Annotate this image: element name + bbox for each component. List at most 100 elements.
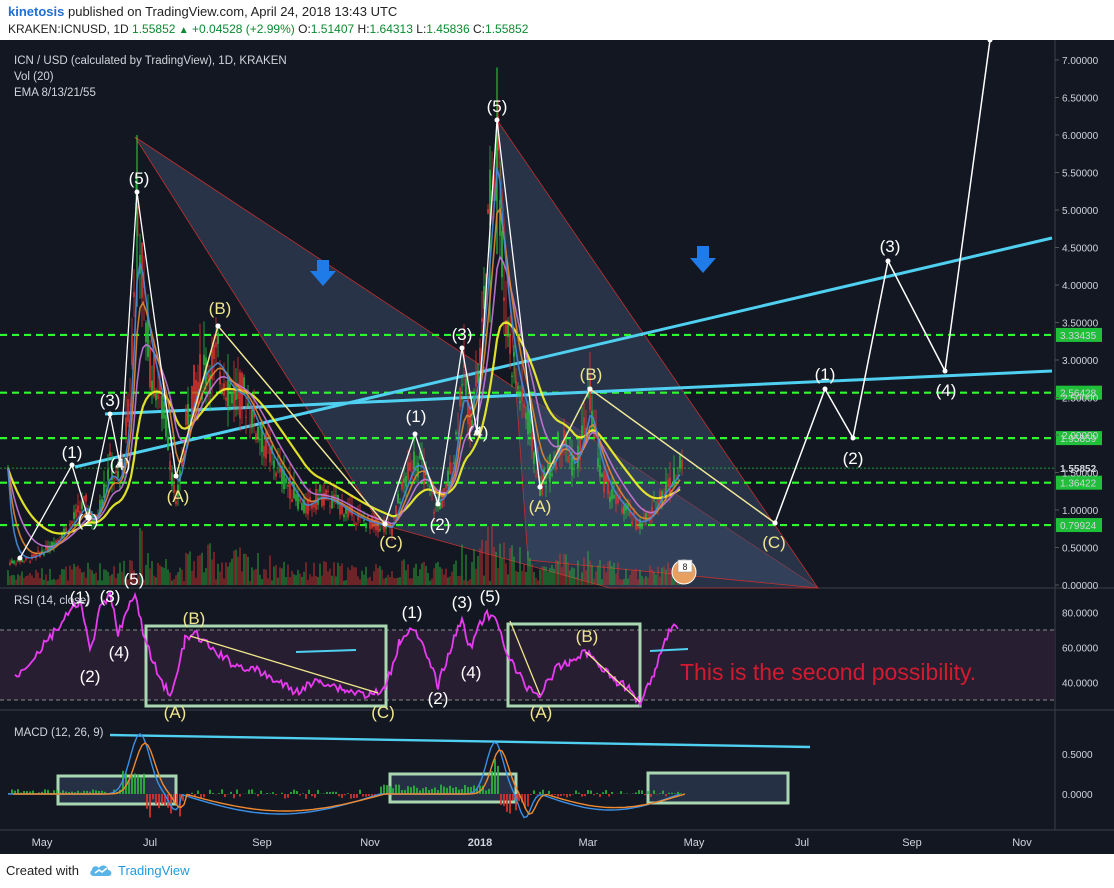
- macd-bar: [509, 794, 511, 814]
- volume-bar: [339, 565, 341, 585]
- volume-bar: [529, 557, 531, 585]
- candle-body: [259, 438, 261, 441]
- volume-bar: [257, 552, 259, 585]
- candle-body: [365, 522, 367, 529]
- wave-point: [412, 431, 418, 437]
- volume-bar: [453, 564, 455, 585]
- macd-bar: [647, 791, 649, 794]
- candle-body: [531, 429, 533, 451]
- candle-body: [445, 484, 447, 489]
- volume-bar: [305, 562, 307, 585]
- candle-body: [161, 395, 163, 420]
- volume-bar: [309, 574, 311, 585]
- elliott-wave-label: (1): [406, 407, 427, 426]
- price-axis[interactable]: 7.00000 6.50000 6.00000 5.50000 5.00000 4.500…: [1055, 56, 1099, 801]
- volume-bar: [7, 570, 9, 585]
- volume-bar: [151, 560, 153, 585]
- volume-bar: [431, 578, 433, 585]
- macd-bar: [434, 787, 436, 794]
- elliott-wave-label: (4): [468, 423, 489, 442]
- macd-bar: [602, 792, 604, 794]
- volume-bar: [195, 577, 197, 585]
- candle-body: [651, 506, 653, 516]
- up-arrow-icon: ▲: [178, 25, 189, 36]
- volume-bar: [327, 571, 329, 585]
- volume-bar: [229, 562, 231, 585]
- time-tick-label: 2018: [468, 837, 492, 849]
- volume-bar: [73, 563, 75, 585]
- macd-bar: [272, 792, 274, 794]
- candle-body: [105, 485, 107, 487]
- macd-bar: [326, 791, 328, 794]
- macd-bar: [578, 792, 580, 794]
- tradingview-link[interactable]: TradingView: [118, 863, 190, 878]
- volume-bar: [659, 576, 661, 585]
- candle-body: [669, 477, 671, 493]
- volume-bar: [361, 570, 363, 585]
- candle-body: [125, 417, 127, 436]
- volume-bar: [501, 557, 503, 585]
- price-tick-label: 2.00000: [1062, 431, 1099, 442]
- time-axis[interactable]: May Jul Sep Nov 2018 Mar May Jul Sep Nov: [32, 837, 1033, 849]
- volume-bar: [657, 566, 659, 585]
- event-badge[interactable]: 8: [671, 559, 697, 585]
- macd-bar: [314, 794, 316, 798]
- macd-bar: [299, 794, 301, 796]
- volume-bar: [77, 565, 79, 585]
- macd-bar: [365, 794, 367, 797]
- candle-body: [85, 494, 87, 502]
- candle-body: [203, 354, 205, 366]
- volume-bar: [375, 564, 377, 585]
- descending-wedge-2[interactable]: [496, 118, 819, 589]
- candle-body: [393, 516, 395, 519]
- volume-bar: [207, 544, 209, 585]
- macd-bar: [221, 789, 223, 794]
- candle-body: [487, 208, 489, 214]
- rsi-wave-label: (1): [402, 603, 423, 622]
- rsi-wave-label: (C): [371, 703, 395, 722]
- volume-bar: [47, 580, 49, 585]
- candle-body: [353, 523, 355, 525]
- elliott-wave-label: (5): [487, 97, 508, 116]
- tradingview-cloud-icon[interactable]: [88, 862, 114, 878]
- macd-bar: [641, 790, 643, 794]
- price-tick-label: 1.50000: [1062, 469, 1099, 480]
- candle-body: [147, 318, 149, 358]
- volume-bar: [273, 566, 275, 585]
- macd-bar: [296, 791, 298, 794]
- low-value: 1.45836: [426, 22, 470, 36]
- volume-bar: [647, 577, 649, 585]
- chart-canvas[interactable]: 3.33435 2.56428 1.95859 1.36422 0.79924 1.558…: [0, 40, 1114, 854]
- candle-body: [377, 525, 379, 532]
- macd-bar: [563, 794, 565, 796]
- volume-bar: [643, 578, 645, 585]
- candle-body: [291, 499, 293, 502]
- volume-bar: [539, 569, 541, 585]
- author-name[interactable]: kinetosis: [8, 4, 64, 19]
- macd-bar: [251, 789, 253, 794]
- candle-body: [83, 496, 85, 500]
- macd-bar: [149, 794, 151, 818]
- candle-body: [525, 412, 527, 420]
- volume-bar: [627, 578, 629, 585]
- volume-bar: [277, 577, 279, 585]
- volume-bar: [605, 572, 607, 585]
- candle-body: [285, 478, 287, 484]
- rsi-wave-label: (2): [80, 667, 101, 686]
- wave-point: [435, 501, 441, 507]
- wave-point: [850, 435, 856, 441]
- candle-body: [405, 476, 407, 487]
- volume-bar: [447, 577, 449, 585]
- macd-bar: [587, 790, 589, 794]
- wave-point: [459, 345, 465, 351]
- chart-svg[interactable]: 3.334352.564281.958591.364220.799241.558…: [0, 40, 1114, 854]
- volume-bar: [117, 573, 119, 585]
- volume-bar: [165, 559, 167, 585]
- annotation-text[interactable]: This is the second possibility.: [680, 659, 976, 685]
- volume-bar: [407, 564, 409, 585]
- macd-bar: [134, 773, 136, 794]
- macd-bar: [233, 794, 235, 799]
- candle-body: [299, 498, 301, 502]
- candle-body: [231, 391, 233, 404]
- volume-bar: [573, 568, 575, 585]
